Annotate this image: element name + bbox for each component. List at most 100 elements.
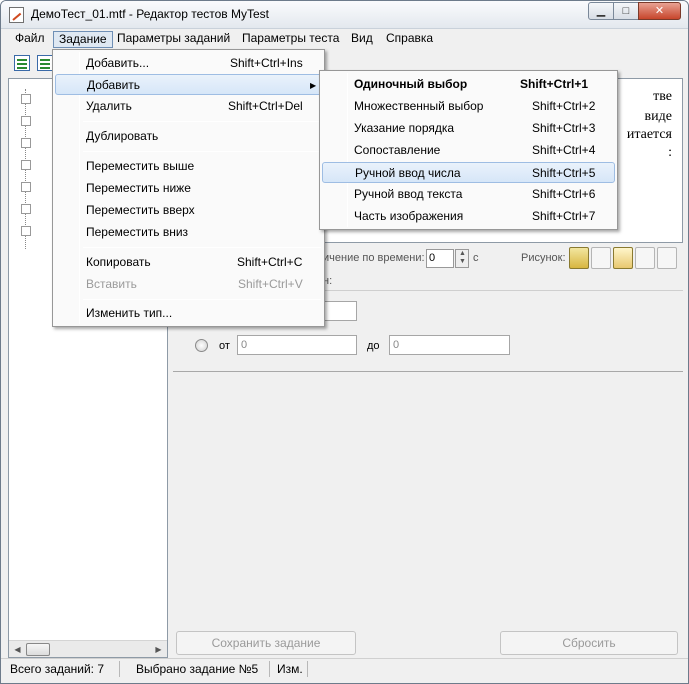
range-to-field[interactable]: 0: [389, 335, 510, 355]
submenu-matching[interactable]: Сопоставление Shift+Ctrl+4: [322, 140, 615, 161]
menu-item-shortcut: Shift+Ctrl+Ins: [230, 56, 303, 70]
menu-item-label: Копировать: [86, 255, 151, 269]
menu-test-params[interactable]: Параметры теста: [237, 31, 344, 48]
menu-task[interactable]: Задание: [53, 31, 113, 48]
submenu-arrow-icon: ▶: [310, 81, 317, 90]
minimize-button[interactable]: ▁: [588, 2, 614, 20]
menu-separator: [83, 151, 321, 152]
status-total: Всего заданий: 7: [10, 662, 105, 676]
menu-item-shortcut: Shift+Ctrl+6: [532, 187, 596, 201]
spin-up-icon[interactable]: ▲: [459, 250, 466, 257]
tree-node-icon[interactable]: [21, 116, 31, 126]
tree-node-icon[interactable]: [21, 204, 31, 214]
close-button[interactable]: ✕: [638, 2, 681, 20]
tree-node-icon[interactable]: [21, 182, 31, 192]
submenu-number-input[interactable]: Ручной ввод числа Shift+Ctrl+5: [322, 162, 615, 183]
menu-item-label: Множественный выбор: [354, 99, 484, 113]
menu-separator: [83, 247, 321, 248]
open-picture-icon[interactable]: [569, 247, 589, 269]
window-title: ДемоТест_01.mtf - Редактор тестов MyTest: [31, 7, 270, 21]
question-text-line: итается: [626, 127, 672, 142]
menu-item-shortcut: Shift+Ctrl+7: [532, 209, 596, 223]
horizontal-scrollbar[interactable]: ◀ ▶: [9, 640, 167, 657]
submenu-ordering[interactable]: Указание порядка Shift+Ctrl+3: [322, 118, 615, 139]
picture-label: Рисунок:: [521, 252, 566, 264]
range-to-label: до: [367, 340, 380, 352]
range-radio[interactable]: [195, 339, 208, 352]
menu-item-paste[interactable]: Вставить Shift+Ctrl+V: [55, 274, 322, 295]
tree-expand-icon[interactable]: [14, 55, 30, 71]
status-bar: Всего заданий: 7 Выбрано задание №5 Изм.: [1, 658, 688, 679]
status-selected: Выбрано задание №5: [136, 662, 259, 676]
menu-item-label: Часть изображения: [354, 209, 464, 223]
reset-button[interactable]: Сбросить: [500, 631, 678, 655]
menu-file[interactable]: Файл: [10, 31, 50, 48]
menu-item-shortcut: Shift+Ctrl+V: [238, 277, 303, 291]
answers-list-area: [173, 371, 683, 629]
menu-separator: [83, 299, 321, 300]
spin-down-icon[interactable]: ▼: [459, 258, 466, 265]
question-text-line: виде: [644, 109, 672, 124]
status-divider: [269, 661, 270, 677]
menu-item-label: Дублировать: [86, 129, 159, 143]
menu-separator: [83, 121, 321, 122]
submenu-multiple-choice[interactable]: Множественный выбор Shift+Ctrl+2: [322, 96, 615, 117]
seconds-label: с: [473, 252, 479, 264]
menu-item-move-bottom[interactable]: Переместить вниз: [55, 222, 322, 243]
paste-picture-icon[interactable]: [613, 247, 633, 269]
menu-item-shortcut: Shift+Ctrl+5: [532, 166, 596, 180]
question-text-line: тве: [653, 89, 672, 104]
tree-node-icon[interactable]: [21, 160, 31, 170]
menu-item-move-up[interactable]: Переместить выше: [55, 156, 322, 177]
picture-button[interactable]: [591, 247, 611, 269]
menu-item-shortcut: Shift+Ctrl+4: [532, 143, 596, 157]
scroll-thumb[interactable]: [26, 643, 50, 656]
menu-item-label: Переместить вверх: [86, 203, 195, 217]
tree-collapse-icon[interactable]: [37, 55, 53, 71]
menu-item-label: Ручной ввод текста: [354, 187, 463, 201]
status-divider: [307, 661, 308, 677]
range-from-label: от: [219, 340, 230, 352]
menu-task-params[interactable]: Параметры заданий: [112, 31, 235, 48]
menu-item-shortcut: Shift+Ctrl+C: [237, 255, 303, 269]
menu-item-label: Добавить: [87, 78, 141, 92]
add-submenu: Одиночный выбор Shift+Ctrl+1 Множественн…: [319, 70, 618, 230]
app-icon: [9, 7, 24, 23]
menu-item-move-top[interactable]: Переместить вверх: [55, 200, 322, 221]
menu-item-label: Переместить выше: [86, 159, 195, 173]
menu-item-label: Сопоставление: [354, 143, 441, 157]
menu-item-shortcut: Shift+Ctrl+1: [520, 77, 589, 91]
menu-item-label: Удалить: [86, 99, 132, 113]
app-window: ДемоТест_01.mtf - Редактор тестов MyTest…: [0, 0, 689, 684]
menu-item-add[interactable]: Добавить ▶: [55, 74, 322, 95]
scroll-right-icon[interactable]: ▶: [151, 642, 166, 657]
menu-view[interactable]: Вид: [346, 31, 378, 48]
submenu-image-part[interactable]: Часть изображения Shift+Ctrl+7: [322, 206, 615, 227]
time-limit-input[interactable]: 0: [426, 249, 454, 268]
menu-item-delete[interactable]: Удалить Shift+Ctrl+Del: [55, 96, 322, 117]
tree-node-icon[interactable]: [21, 94, 31, 104]
menu-item-label: Добавить...: [86, 56, 150, 70]
menu-item-duplicate[interactable]: Дублировать: [55, 126, 322, 147]
range-from-field[interactable]: 0: [237, 335, 357, 355]
status-divider: [119, 661, 120, 677]
question-text-line: :: [668, 145, 672, 160]
status-modified: Изм.: [277, 662, 303, 676]
menu-item-copy[interactable]: Копировать Shift+Ctrl+C: [55, 252, 322, 273]
submenu-single-choice[interactable]: Одиночный выбор Shift+Ctrl+1: [322, 74, 615, 95]
save-task-button[interactable]: Сохранить задание: [176, 631, 356, 655]
menu-item-label: Изменить тип...: [86, 306, 173, 320]
picture-button[interactable]: [635, 247, 655, 269]
title-bar: ДемоТест_01.mtf - Редактор тестов MyTest…: [1, 1, 688, 29]
menu-item-change-type[interactable]: Изменить тип...: [55, 303, 322, 324]
maximize-button[interactable]: □: [613, 2, 639, 20]
scroll-left-icon[interactable]: ◀: [10, 642, 25, 657]
menu-item-add-dialog[interactable]: Добавить... Shift+Ctrl+Ins: [55, 53, 322, 74]
tree-node-icon[interactable]: [21, 138, 31, 148]
submenu-text-input[interactable]: Ручной ввод текста Shift+Ctrl+6: [322, 184, 615, 205]
picture-button[interactable]: [657, 247, 677, 269]
tree-node-icon[interactable]: [21, 226, 31, 236]
menu-help[interactable]: Справка: [381, 31, 438, 48]
time-limit-stepper[interactable]: ▲ ▼: [455, 249, 469, 268]
menu-item-move-down[interactable]: Переместить ниже: [55, 178, 322, 199]
